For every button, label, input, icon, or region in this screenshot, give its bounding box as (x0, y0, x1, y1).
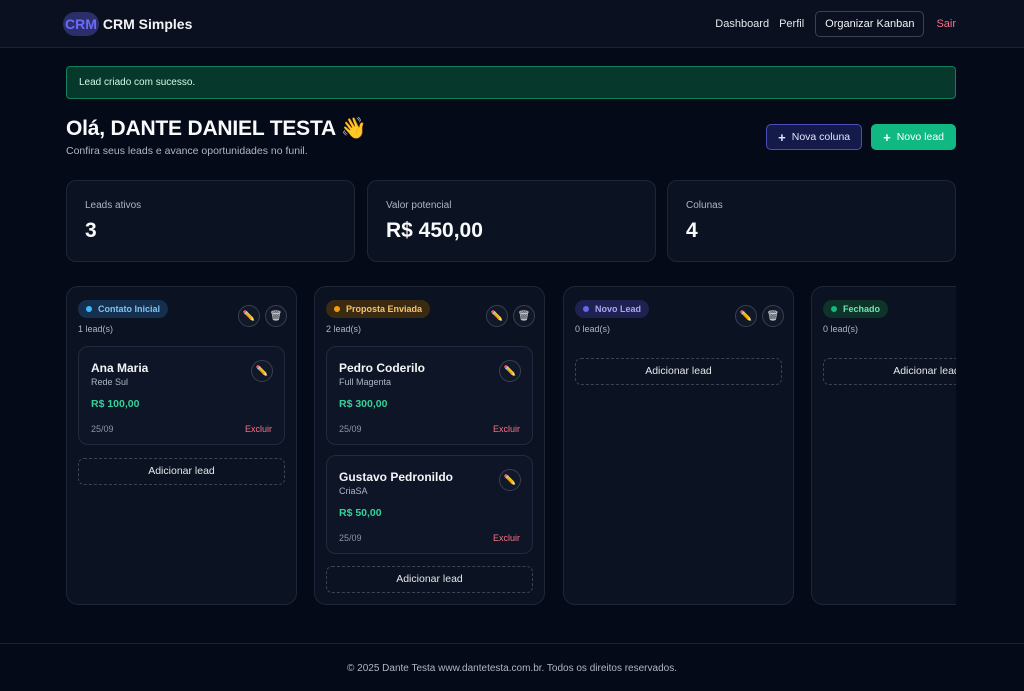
top-navbar: CRM CRM Simples Dashboard Perfil Organiz… (0, 0, 1024, 48)
nav-dashboard-link[interactable]: Dashboard (715, 18, 769, 30)
organize-kanban-button[interactable]: Organizar Kanban (815, 11, 925, 37)
brand[interactable]: CRM CRM Simples (63, 12, 192, 36)
logout-link[interactable]: Sair (936, 18, 956, 30)
kanban-column-fechado: Fechado 0 lead(s) Adicionar lead (811, 286, 956, 605)
edit-lead-icon[interactable]: ✏️ (499, 360, 521, 382)
stat-card-columns: Colunas 4 (667, 180, 956, 262)
stat-label: Leads ativos (85, 200, 142, 211)
edit-column-icon[interactable]: ✏️ (486, 305, 508, 327)
column-badge: Novo Lead (575, 300, 650, 318)
lead-company: CriaSA (339, 486, 368, 496)
lead-company: Rede Sul (91, 377, 129, 387)
lead-value: R$ 50,00 (339, 507, 382, 519)
column-lead-count: 1 lead(s) (78, 324, 114, 334)
lead-card[interactable]: Gustavo Pedronildo CriaSA R$ 50,00 25/09… (326, 455, 533, 554)
stat-label: Valor potencial (386, 200, 452, 211)
new-column-label: Nova coluna (791, 131, 851, 143)
delete-column-icon[interactable]: 🗑 (513, 305, 535, 327)
kanban-column-proposta-enviada: Proposta Enviada 2 lead(s) ✏️ 🗑 Pedro Co… (314, 286, 545, 605)
delete-lead-link[interactable]: Excluir (493, 533, 520, 543)
stat-label: Colunas (686, 200, 723, 211)
page-title: Olá, DANTE DANIEL TESTA 👋 (66, 117, 367, 140)
main-nav: Dashboard Perfil Organizar Kanban Sair (715, 11, 956, 37)
lead-card[interactable]: Pedro Coderilo Full Magenta R$ 300,00 25… (326, 346, 533, 445)
lead-value: R$ 300,00 (339, 398, 388, 410)
footer-copyright: © 2025 Dante Testa www.dantetesta.com.br… (347, 663, 677, 674)
column-badge: Proposta Enviada (326, 300, 431, 318)
new-column-button[interactable]: + Nova coluna (766, 124, 863, 150)
add-lead-button[interactable]: Adicionar lead (823, 358, 956, 385)
column-lead-count: 0 lead(s) (823, 324, 859, 334)
delete-lead-link[interactable]: Excluir (493, 424, 520, 434)
kanban-board: Contato Inicial 1 lead(s) ✏️ 🗑 Ana Maria… (66, 286, 956, 606)
lead-date: 25/09 (339, 533, 362, 543)
brand-logo: CRM (63, 12, 99, 36)
plus-icon: + (883, 129, 891, 145)
stat-value: 4 (686, 219, 698, 242)
lead-name: Gustavo Pedronildo (339, 470, 454, 484)
lead-value: R$ 100,00 (91, 398, 140, 410)
alert-message: Lead criado com sucesso. (79, 77, 196, 88)
edit-lead-icon[interactable]: ✏️ (499, 469, 521, 491)
lead-name: Pedro Coderilo (339, 361, 426, 375)
plus-icon: + (778, 129, 786, 145)
delete-lead-link[interactable]: Excluir (245, 424, 272, 434)
lead-card[interactable]: Ana Maria Rede Sul R$ 100,00 25/09 Exclu… (78, 346, 285, 445)
edit-lead-icon[interactable]: ✏️ (251, 360, 273, 382)
new-lead-label: Novo lead (896, 131, 944, 143)
lead-date: 25/09 (339, 424, 362, 434)
column-badge: Fechado (823, 300, 889, 318)
add-lead-button[interactable]: Adicionar lead (78, 458, 285, 485)
stat-value: 3 (85, 219, 97, 242)
page-subtitle: Confira seus leads e avance oportunidade… (66, 145, 308, 157)
lead-date: 25/09 (91, 424, 114, 434)
kanban-column-novo-lead: Novo Lead 0 lead(s) ✏️ 🗑 Adicionar lead (563, 286, 794, 605)
delete-column-icon[interactable]: 🗑 (265, 305, 287, 327)
add-lead-button[interactable]: Adicionar lead (326, 566, 533, 593)
stat-card-potential-value: Valor potencial R$ 450,00 (367, 180, 656, 262)
lead-name: Ana Maria (91, 361, 149, 375)
edit-column-icon[interactable]: ✏️ (238, 305, 260, 327)
stat-card-active-leads: Leads ativos 3 (66, 180, 355, 262)
column-badge: Contato Inicial (78, 300, 169, 318)
add-lead-button[interactable]: Adicionar lead (575, 358, 782, 385)
nav-profile-link[interactable]: Perfil (779, 18, 804, 30)
lead-company: Full Magenta (339, 377, 392, 387)
footer: © 2025 Dante Testa www.dantetesta.com.br… (0, 643, 1024, 691)
delete-column-icon[interactable]: 🗑 (762, 305, 784, 327)
greeting-section: Olá, DANTE DANIEL TESTA 👋 Confira seus l… (66, 117, 367, 157)
edit-column-icon[interactable]: ✏️ (735, 305, 757, 327)
column-lead-count: 2 lead(s) (326, 324, 362, 334)
stat-value: R$ 450,00 (386, 219, 483, 242)
new-lead-button[interactable]: + Novo lead (871, 124, 956, 150)
page-actions: + Nova coluna + Novo lead (766, 124, 956, 150)
success-alert: Lead criado com sucesso. (66, 66, 956, 99)
column-lead-count: 0 lead(s) (575, 324, 611, 334)
kanban-column-contato-inicial: Contato Inicial 1 lead(s) ✏️ 🗑 Ana Maria… (66, 286, 297, 605)
brand-name: CRM Simples (102, 16, 193, 32)
